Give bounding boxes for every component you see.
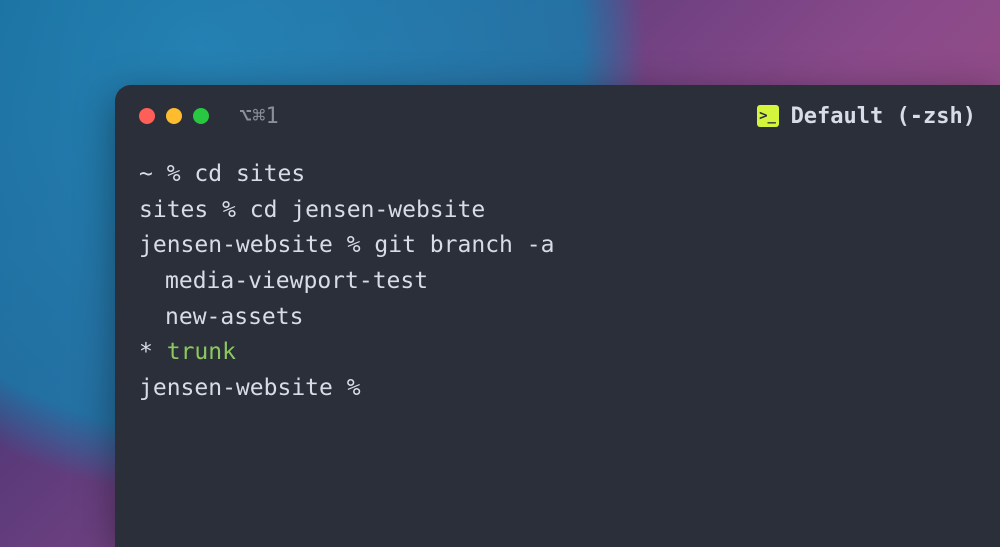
branch-name: media-viewport-test xyxy=(165,268,428,294)
prompt: sites % xyxy=(139,197,236,223)
titlebar: ⌥⌘1 >_ Default (-zsh) xyxy=(115,85,1000,143)
titlebar-right: >_ Default (-zsh) xyxy=(757,104,976,129)
terminal-line: ~ % cd sites xyxy=(139,157,976,193)
prompt: jensen-website % xyxy=(139,375,361,401)
branch-name: new-assets xyxy=(165,304,303,330)
prompt: ~ % xyxy=(139,161,181,187)
traffic-lights xyxy=(139,108,209,124)
branch-line: media-viewport-test xyxy=(139,264,976,300)
current-branch-name: trunk xyxy=(167,339,236,365)
terminal-line: jensen-website % xyxy=(139,371,976,407)
terminal-line: jensen-website % git branch -a xyxy=(139,228,976,264)
terminal-line: sites % cd jensen-website xyxy=(139,193,976,229)
terminal-window: ⌥⌘1 >_ Default (-zsh) ~ % cd sites sites… xyxy=(115,85,1000,547)
branch-line: new-assets xyxy=(139,300,976,336)
command-text: git branch -a xyxy=(374,232,554,258)
zoom-icon[interactable] xyxy=(193,108,209,124)
command-text: cd jensen-website xyxy=(250,197,485,223)
minimize-icon[interactable] xyxy=(166,108,182,124)
prompt: jensen-website % xyxy=(139,232,361,258)
current-branch-line: * trunk xyxy=(139,335,976,371)
session-label: Default (-zsh) xyxy=(791,104,976,129)
current-branch-marker: * xyxy=(139,339,153,365)
tab-title: ⌥⌘1 xyxy=(239,104,279,129)
command-text: cd sites xyxy=(194,161,305,187)
terminal-body[interactable]: ~ % cd sites sites % cd jensen-website j… xyxy=(115,143,1000,420)
close-icon[interactable] xyxy=(139,108,155,124)
tab-shortcut-label: ⌥⌘1 xyxy=(239,104,279,129)
terminal-app-icon: >_ xyxy=(757,105,779,127)
titlebar-left: ⌥⌘1 xyxy=(139,104,279,129)
